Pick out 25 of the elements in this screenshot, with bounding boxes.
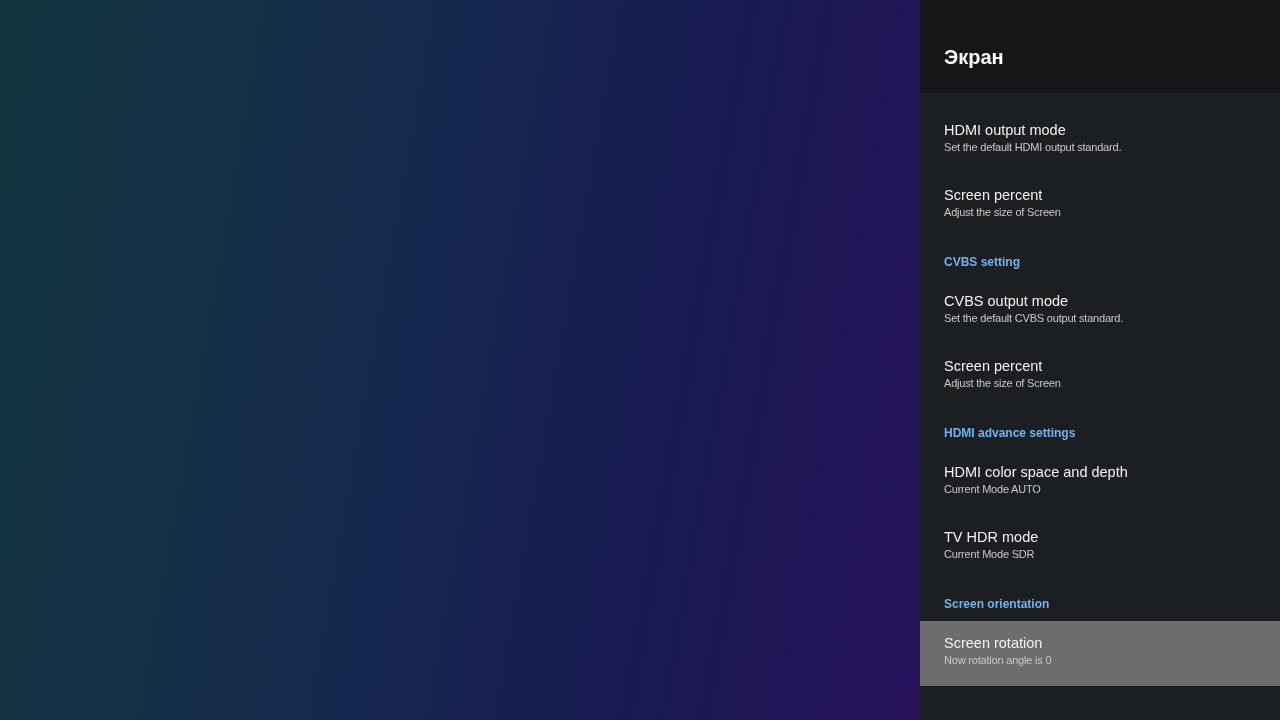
section-header: HDMI advance settings [944,426,1076,440]
section-header: Screen orientation [944,597,1050,611]
item-title: CVBS output mode [944,293,1069,309]
settings-item[interactable]: HDMI color space and depth Current Mode AUTO [920,450,1280,515]
section-header: CVBS setting [944,255,1020,269]
settings-item[interactable]: Screen percent Adjust the size of Screen [920,344,1280,409]
item-title: HDMI output mode [944,122,1066,138]
item-subtitle: Set the default CVBS output standard. [944,312,1124,324]
settings-item[interactable]: Screen rotation Now rotation angle is 0 [920,621,1280,686]
item-subtitle: Adjust the size of Screen [944,377,1061,389]
item-subtitle: Now rotation angle is 0 [944,654,1052,666]
settings-item[interactable]: HDMI output mode Set the default HDMI output standard. [920,108,1280,173]
item-title: Screen percent [944,358,1043,374]
settings-item[interactable]: CVBS output mode Set the default CVBS output standard. [920,279,1280,344]
settings-item[interactable]: TV HDR mode Current Mode SDR [920,515,1280,580]
item-subtitle: Set the default HDMI output standard. [944,141,1122,153]
item-title: TV HDR mode [944,529,1039,545]
panel-title: Экран [944,46,1004,69]
item-subtitle: Adjust the size of Screen [944,206,1061,218]
item-subtitle: Current Mode AUTO [944,483,1041,495]
item-title: HDMI color space and depth [944,464,1128,480]
item-title: Screen percent [944,187,1043,203]
item-subtitle: Current Mode SDR [944,548,1035,560]
item-title: Screen rotation [944,635,1043,651]
settings-item[interactable]: Screen percent Adjust the size of Screen [920,173,1280,238]
